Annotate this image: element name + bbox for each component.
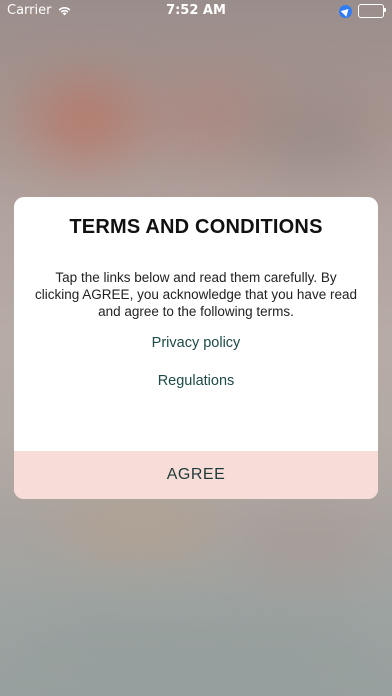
blurred-background-shape [240,520,370,580]
battery-icon [358,4,386,18]
location-icon [339,4,352,18]
dialog-body-text: Tap the links below and read them carefu… [35,270,357,319]
blurred-background-shape [30,80,140,160]
blurred-background-shape [60,500,220,560]
status-time: 7:52 AM [166,3,226,18]
blurred-background-shape [0,600,392,690]
regulations-link[interactable]: Regulations [14,373,378,389]
app-screen: Carrier 7:52 AM TERMS AND CONDITIONS Tap… [0,0,392,696]
status-bar: Carrier 7:52 AM [0,0,392,20]
blurred-background-shape [250,95,380,175]
privacy-policy-link[interactable]: Privacy policy [14,335,378,351]
terms-dialog: TERMS AND CONDITIONS Tap the links below… [14,197,378,499]
status-right [339,4,386,18]
dialog-title: TERMS AND CONDITIONS [69,216,323,238]
agree-button[interactable]: AGREE [14,451,378,499]
